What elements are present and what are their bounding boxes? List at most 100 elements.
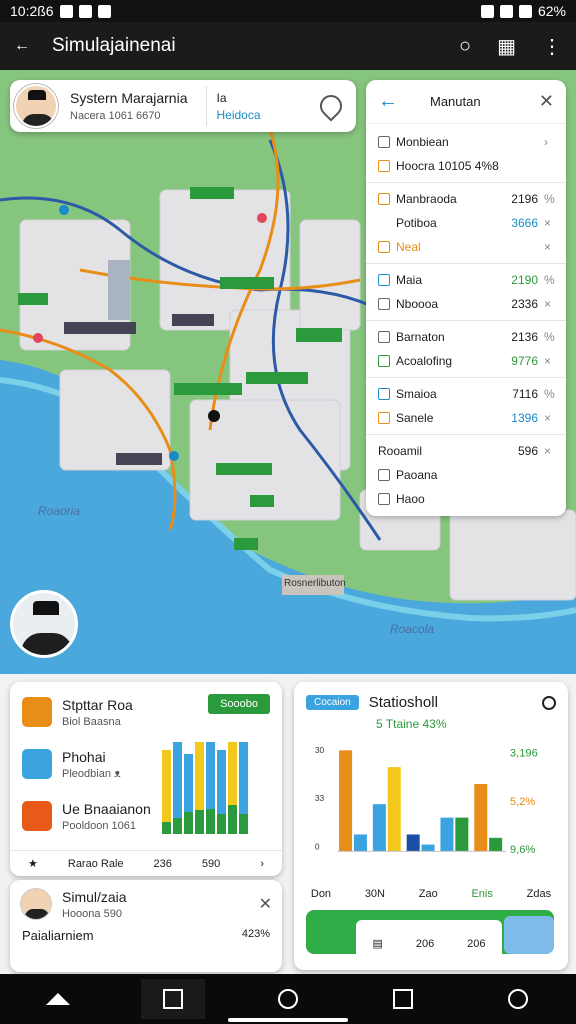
profile-subtitle: Nacera 1061 6670 [70, 110, 161, 122]
building-icon[interactable]: ▦ [497, 34, 516, 59]
list-icon [378, 274, 390, 286]
close-icon[interactable]: ✕ [259, 894, 272, 914]
panel-row[interactable]: Hoocra 10105 4%8 [366, 154, 566, 178]
list-icon [378, 298, 390, 310]
image-icon [78, 4, 92, 18]
mini-bar [228, 742, 237, 834]
app-title: Simulajainenai [52, 35, 176, 56]
list-icon [378, 331, 390, 343]
list-icon [378, 355, 390, 367]
chevron-right-icon: › [260, 857, 264, 870]
profile-mid-title: Ia [216, 90, 227, 105]
panel-row[interactable]: Maia 2190% [366, 268, 566, 292]
mini-bar-bottom [162, 822, 171, 834]
mini-bar-top [228, 742, 237, 806]
search-icon[interactable]: ○ [459, 35, 471, 58]
list-icon [378, 412, 390, 424]
mini-bar-top [217, 750, 226, 814]
status-bar: 10:2ß6 62% [0, 0, 576, 22]
panel-row[interactable]: Rooamil 596 × [366, 439, 566, 463]
panel-row[interactable]: Manbraoda 2196% [366, 187, 566, 211]
location-pin-icon[interactable] [315, 90, 347, 122]
mini-bar-top [239, 742, 248, 814]
list-icon [378, 160, 390, 172]
star-icon: ★ [28, 858, 38, 870]
mini-bar [184, 742, 193, 834]
y-tick-left: 30 [315, 745, 325, 755]
user-card-row: Paialiarniem 423% [22, 928, 270, 943]
mini-bar-top [195, 742, 204, 810]
map-label-pier: Rosnerlibuton [284, 578, 346, 589]
profile-card[interactable]: Systern Marajarnia Nacera 1061 6670 Ia H… [10, 80, 356, 132]
chart-bar [406, 834, 420, 852]
panel-row[interactable]: Sanele 1396 × [366, 406, 566, 430]
nav-chat[interactable] [256, 979, 320, 1019]
mini-bar-top [184, 754, 193, 812]
panel-row[interactable]: Paoana [366, 463, 566, 487]
item-icon [22, 749, 52, 779]
y-tick-left: 0 [315, 841, 320, 851]
alarm-icon [480, 4, 494, 18]
nav-home[interactable] [26, 979, 90, 1019]
panel-row[interactable]: Barnaton 2136% [366, 325, 566, 349]
summary-footer[interactable]: ★ Rarao Rale 236 590 › [10, 850, 282, 876]
mini-bar [162, 742, 171, 834]
chart-bar [353, 834, 367, 852]
nav-gallery[interactable] [371, 979, 435, 1019]
list-icon [378, 193, 390, 205]
close-icon[interactable]: ✕ [539, 91, 554, 112]
mini-bar [217, 742, 226, 834]
category-tag[interactable]: Cocaion [306, 695, 359, 710]
back-arrow-icon[interactable]: ← [14, 37, 30, 55]
mini-bar-top [162, 750, 171, 822]
mini-bar-bottom [184, 812, 193, 834]
panel-row[interactable]: Haoo [366, 487, 566, 511]
doc-icon: ▤ [372, 938, 383, 950]
panel-row[interactable]: Monbiean › [366, 130, 566, 154]
home-indicator [228, 1018, 348, 1022]
item-icon [22, 801, 52, 831]
status-time: 10:2ß6 [10, 3, 54, 19]
y-tick-right: 9,6% [510, 844, 535, 856]
status-badge[interactable]: Sooobo [208, 694, 270, 714]
y-tick-right: 3,196 [510, 748, 538, 760]
nav-profile[interactable] [486, 979, 550, 1019]
profile-icon [508, 989, 529, 1009]
search-icon[interactable] [542, 695, 556, 710]
panel-row[interactable]: Acoalofing 9776 × [366, 349, 566, 373]
mini-bar [195, 742, 204, 834]
chart-bar [489, 837, 503, 852]
chart-bar [421, 844, 435, 852]
app-bar: ← Simulajainenai ○ ▦ ⋮ [0, 22, 576, 70]
panel-row[interactable]: Neal × [366, 235, 566, 259]
x-axis-labels: Don 30N Zao Enis Zdas [310, 888, 552, 900]
panel-row[interactable]: Potiboa 3666 × [366, 211, 566, 235]
summary-card: Sooobo Stpttar Roa Biol Baasna Phohai Pleo… [10, 682, 282, 876]
list-icon [378, 388, 390, 400]
progress-strip: ▤ 206 206 [306, 910, 554, 954]
chart-bar [372, 804, 386, 852]
home-icon [45, 993, 70, 1005]
list-icon [378, 241, 390, 253]
user-avatar[interactable] [10, 590, 78, 658]
statistics-card: Cocaion Statiosholl 5 Ttaine 43% 30 33 0 3,… [294, 682, 568, 970]
panel-row[interactable]: Smaioa 7116% [366, 382, 566, 406]
panel-row[interactable]: Nboooa 2336 × [366, 292, 566, 316]
navigation-bar [0, 974, 576, 1024]
mini-bar-bottom [228, 805, 237, 834]
chart-bar [387, 767, 401, 852]
item-icon [22, 697, 52, 727]
statistics-subtitle: 5 Ttaine 43% [376, 717, 447, 731]
nav-square[interactable] [140, 979, 205, 1019]
wifi-icon [499, 4, 513, 18]
signal-icon [518, 4, 532, 18]
more-vert-icon[interactable]: ⋮ [542, 34, 562, 59]
mini-bar-bottom [195, 809, 204, 834]
battery-level: 62% [537, 3, 566, 19]
y-tick-left: 33 [315, 793, 325, 803]
gallery-icon [393, 989, 414, 1009]
y-tick-right: 5,2% [510, 796, 535, 808]
mini-bar-top [206, 742, 215, 810]
mini-bar-bottom [217, 814, 226, 834]
back-arrow-icon[interactable]: ← [378, 90, 398, 113]
